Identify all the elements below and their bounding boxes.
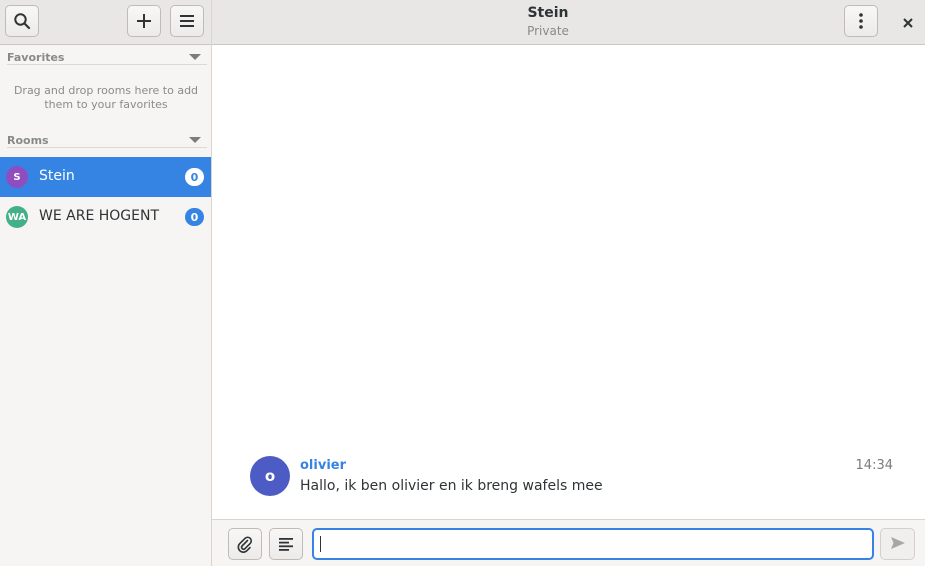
room-menu-button[interactable] (844, 5, 878, 37)
message-timestamp: 14:34 (855, 458, 893, 473)
sidebar-header (0, 0, 211, 45)
close-icon (903, 13, 913, 32)
chevron-down-icon (189, 54, 201, 60)
text-caret (320, 536, 321, 552)
message-input[interactable] (312, 528, 874, 560)
favorites-hint: Drag and drop rooms here to add them to … (13, 84, 199, 111)
rooms-section-header[interactable]: Rooms (7, 134, 207, 148)
main-menu-button[interactable] (170, 5, 204, 37)
room-avatar: WA (6, 206, 28, 228)
message-body: Hallo, ik ben olivier en ik breng wafels… (300, 478, 603, 494)
chevron-down-icon (189, 137, 201, 143)
hamburger-icon (179, 14, 195, 28)
close-window-button[interactable] (899, 13, 917, 31)
message-avatar[interactable]: o (250, 456, 290, 496)
attach-button[interactable] (228, 528, 262, 560)
room-avatar: S (6, 166, 28, 188)
room-name: Stein (39, 168, 75, 184)
markdown-toggle-button[interactable] (269, 528, 303, 560)
paperclip-icon (236, 535, 254, 553)
favorites-label: Favorites (7, 51, 65, 64)
plus-icon (135, 12, 153, 30)
room-subtitle: Private (527, 24, 569, 38)
unread-count-badge: 0 (185, 168, 204, 186)
message-composer (212, 519, 925, 566)
vertical-dots-icon (858, 12, 864, 30)
search-button[interactable] (5, 5, 39, 37)
favorites-section-header[interactable]: Favorites (7, 51, 207, 65)
rooms-label: Rooms (7, 134, 49, 147)
room-name: WE ARE HOGENT (39, 208, 160, 224)
send-icon (890, 535, 906, 554)
message-item: o olivier 14:34 Hallo, ik ben olivier en… (250, 456, 893, 496)
sidebar: Favorites Drag and drop rooms here to ad… (0, 0, 212, 566)
room-header: Stein Private (212, 0, 925, 45)
room-item-stein[interactable]: S Stein 0 (0, 157, 211, 197)
unread-count-badge: 0 (185, 208, 204, 226)
add-room-button[interactable] (127, 5, 161, 37)
send-button[interactable] (880, 528, 915, 560)
search-icon (13, 12, 31, 30)
text-format-icon (278, 537, 294, 551)
room-title: Stein (527, 5, 569, 21)
message-sender[interactable]: olivier (300, 458, 346, 473)
room-item-we-are-hogent[interactable]: WA WE ARE HOGENT 0 (0, 197, 211, 237)
